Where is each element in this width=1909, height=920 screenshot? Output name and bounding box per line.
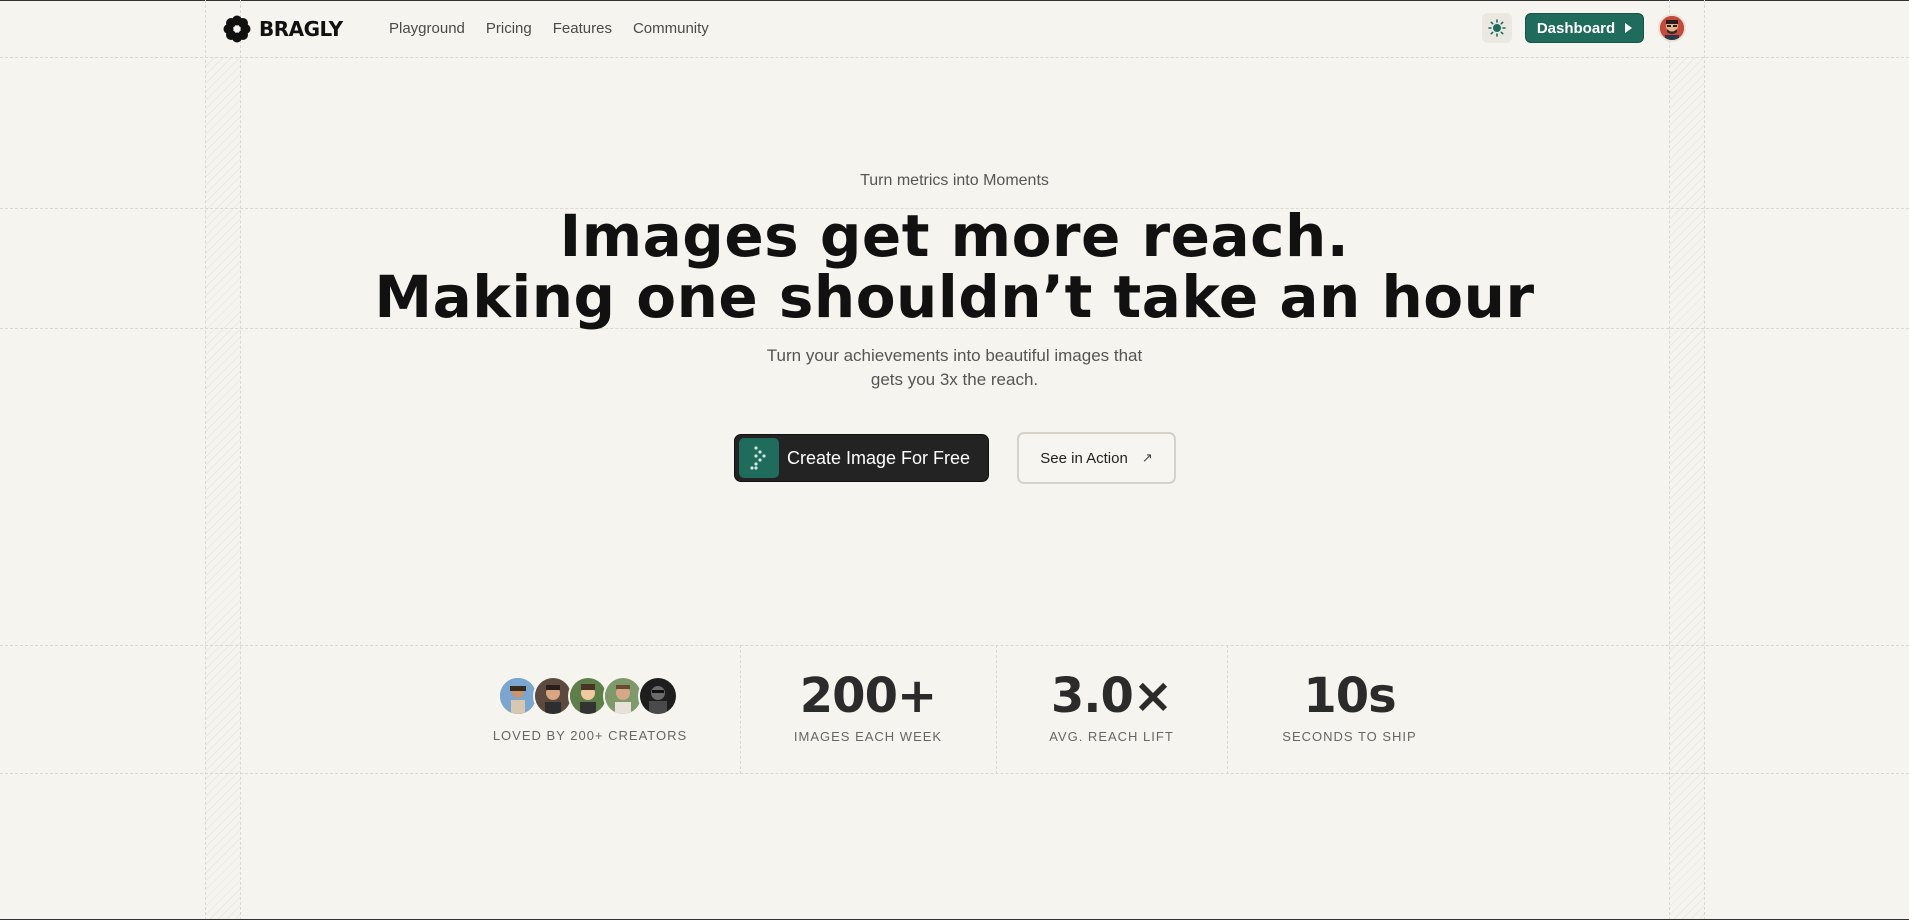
guide-line [240,0,241,920]
arrow-up-right-icon: ↗ [1141,450,1153,465]
hero-headline: Images get more reach. Making one should… [0,206,1909,328]
see-in-action-label: See in Action [1040,449,1128,467]
hero-subhead-line1: Turn your achievements into beautiful im… [766,346,1143,365]
stat-value-seconds: 10s [1303,668,1396,724]
brand-logo[interactable]: BRAGLY [223,15,343,43]
guide-line [0,773,1909,774]
create-image-button-label: Create Image For Free [787,447,971,468]
nav-link-pricing[interactable]: Pricing [486,20,532,37]
user-avatar[interactable] [1658,14,1686,42]
hero-subhead: Turn your achievements into beautiful im… [0,344,1909,392]
theme-toggle-button[interactable] [1482,13,1512,43]
stat-value-reach: 3.0× [1050,668,1173,724]
hero-headline-line1: Images get more reach. [559,202,1350,270]
nav-link-playground[interactable]: Playground [389,20,465,37]
stat-label-reach: AVG. REACH LIFT [1049,729,1174,744]
guide-line [1704,0,1705,920]
creator-avatar [533,676,573,716]
hero-eyebrow: Turn metrics into Moments [860,172,1049,189]
stat-label-creators: LOVED BY 200+ CREATORS [492,728,688,743]
stat-value-images: 200+ [799,668,937,724]
creator-avatar [603,676,643,716]
sun-icon [1488,19,1506,37]
flower-logo-icon [223,15,251,43]
stat-label-seconds: SECONDS TO SHIP [1282,729,1417,744]
stat-label-images: IMAGES EACH WEEK [793,729,943,744]
hero-headline-line2: Making one shouldn’t take an hour [374,263,1535,331]
nav-link-community[interactable]: Community [633,20,709,37]
create-image-button[interactable]: Create Image For Free [734,434,989,482]
play-arrow-icon [1625,23,1633,33]
see-in-action-button[interactable]: See in Action ↗ [1017,432,1176,484]
user-avatar-icon [1660,16,1684,40]
top-nav-bar: BRAGLY Playground Pricing Features Commu… [0,0,1909,57]
brand-name: BRAGLY [259,17,343,41]
dashboard-button-label: Dashboard [1536,19,1616,37]
guide-line [0,645,1909,646]
creator-avatar [638,676,678,716]
creator-avatar [498,676,538,716]
dotted-arrow-icon [739,438,779,478]
main-nav: Playground Pricing Features Community [389,20,709,37]
nav-link-features[interactable]: Features [553,20,612,37]
creator-avatar [568,676,608,716]
dashboard-button[interactable]: Dashboard [1525,13,1644,43]
guide-line [0,57,1909,58]
creator-avatars [498,676,678,716]
hero-subhead-line2: gets you 3x the reach. [870,370,1039,389]
